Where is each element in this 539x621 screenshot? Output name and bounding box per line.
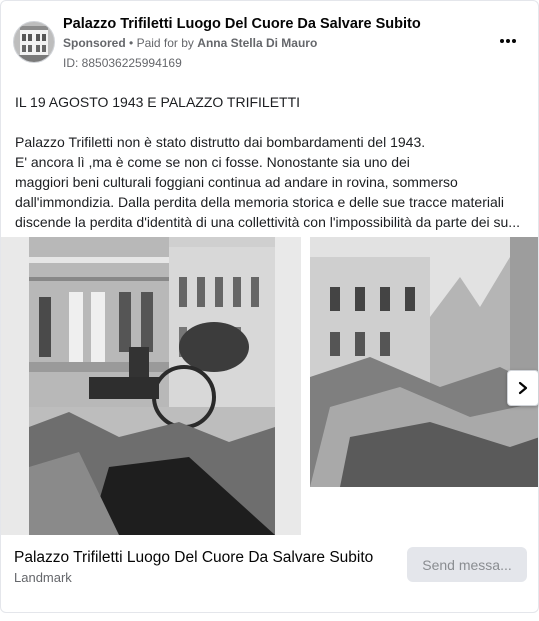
chevron-right-icon [518,381,528,395]
ad-card: Palazzo Trifiletti Luogo Del Cuore Da Sa… [0,0,539,613]
post-line: E' ancora lì ,ma è come se non ci fosse.… [15,154,410,170]
page-avatar[interactable] [13,21,55,63]
more-horizontal-icon [500,39,504,43]
carousel-image-2[interactable] [310,237,538,487]
carousel-next-button[interactable] [507,370,539,406]
send-message-button[interactable]: Send messa... [407,547,527,582]
post-line-truncated[interactable]: discende la perdita d'identità di una co… [15,212,527,232]
post-line: Palazzo Trifiletti non è stato distrutto… [15,134,426,150]
post-line: dall'immondizia. Dalla perdita della mem… [15,194,504,210]
sponsored-line: Sponsored • Paid for by Anna Stella Di M… [63,36,317,50]
page-name-link[interactable]: Palazzo Trifiletti Luogo Del Cuore Da Sa… [63,16,421,32]
paid-for-by-label: Paid for by [136,36,194,50]
footer-page-title[interactable]: Palazzo Trifiletti Luogo Del Cuore Da Sa… [14,549,373,567]
ad-id: ID: 885036225994169 [63,56,182,70]
separator-dot: • [129,36,134,50]
media-carousel [1,237,538,535]
post-line: maggiori beni culturali foggiani continu… [15,174,458,190]
sponsored-label: Sponsored [63,36,126,50]
post-headline: IL 19 AGOSTO 1943 E PALAZZO TRIFILETTI [15,94,301,110]
footer-category: Landmark [14,570,72,585]
more-options-button[interactable] [496,31,520,51]
post-body: IL 19 AGOSTO 1943 E PALAZZO TRIFILETTI P… [15,92,527,232]
advertiser-name: Anna Stella Di Mauro [197,36,318,50]
carousel-image-1[interactable] [1,237,301,535]
